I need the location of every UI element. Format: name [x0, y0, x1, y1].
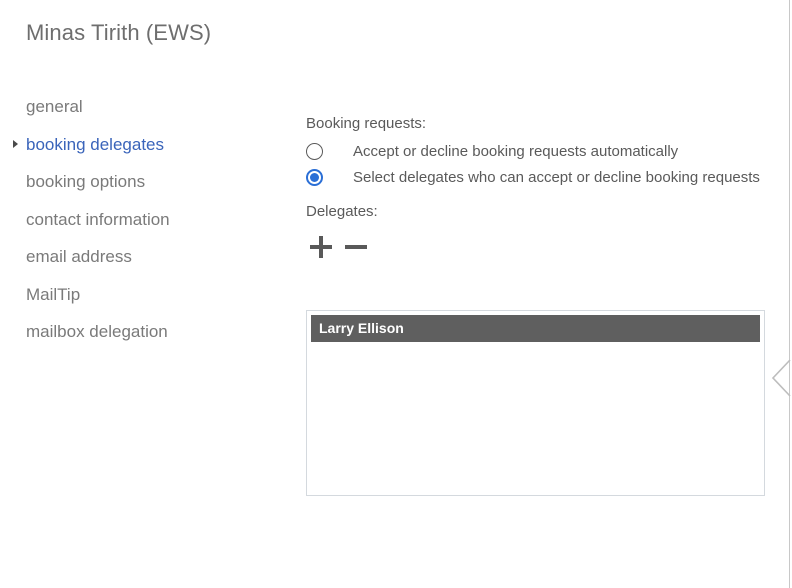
booking-requests-radio-group: Accept or decline booking requests autom…	[306, 141, 776, 188]
booking-requests-label: Booking requests:	[306, 115, 427, 132]
delegates-listbox[interactable]: Larry Ellison	[306, 310, 765, 496]
minus-icon[interactable]	[341, 233, 375, 261]
delegates-label: Delegates:	[306, 203, 378, 220]
booking-delegates-pane: Booking requests: Accept or decline book…	[306, 114, 776, 262]
nav-item-general[interactable]: general	[0, 88, 280, 126]
panel-right-divider	[789, 0, 790, 588]
radio-option-select-delegates[interactable]: Select delegates who can accept or decli…	[306, 167, 776, 188]
radio-option-select-delegates-label: Select delegates who can accept or decli…	[353, 169, 760, 186]
nav-item-label: mailbox delegation	[26, 322, 168, 341]
nav-item-booking-options[interactable]: booking options	[0, 163, 280, 201]
nav-item-mailtip[interactable]: MailTip	[0, 276, 280, 314]
nav-item-mailbox-delegation[interactable]: mailbox delegation	[0, 313, 280, 351]
radio-option-auto-accept-label: Accept or decline booking requests autom…	[353, 143, 679, 160]
radio-indicator-unchecked[interactable]	[306, 143, 323, 160]
delegates-toolbar	[306, 232, 776, 262]
plus-icon[interactable]	[306, 233, 340, 261]
nav-item-contact-information[interactable]: contact information	[0, 201, 280, 239]
radio-indicator-checked[interactable]	[306, 169, 323, 186]
nav-item-email-address[interactable]: email address	[0, 238, 280, 276]
nav-item-label: booking options	[26, 172, 146, 191]
page-title: Minas Tirith (EWS)	[26, 20, 212, 45]
chevron-left-icon[interactable]	[770, 358, 792, 398]
list-item-label: Larry Ellison	[319, 320, 404, 336]
radio-option-auto-accept[interactable]: Accept or decline booking requests autom…	[306, 141, 776, 162]
delegates-list: Larry Ellison	[307, 311, 764, 346]
caret-right-icon	[13, 140, 18, 149]
nav-item-label: contact information	[26, 209, 170, 229]
nav-item-label: booking delegates	[26, 134, 165, 154]
nav-item-label: general	[26, 97, 83, 116]
settings-nav: general booking delegates booking option…	[0, 88, 280, 351]
nav-item-booking-delegates[interactable]: booking delegates	[0, 126, 280, 164]
nav-item-label: email address	[26, 247, 132, 266]
nav-item-label: MailTip	[26, 284, 81, 304]
list-item[interactable]: Larry Ellison	[311, 315, 760, 342]
